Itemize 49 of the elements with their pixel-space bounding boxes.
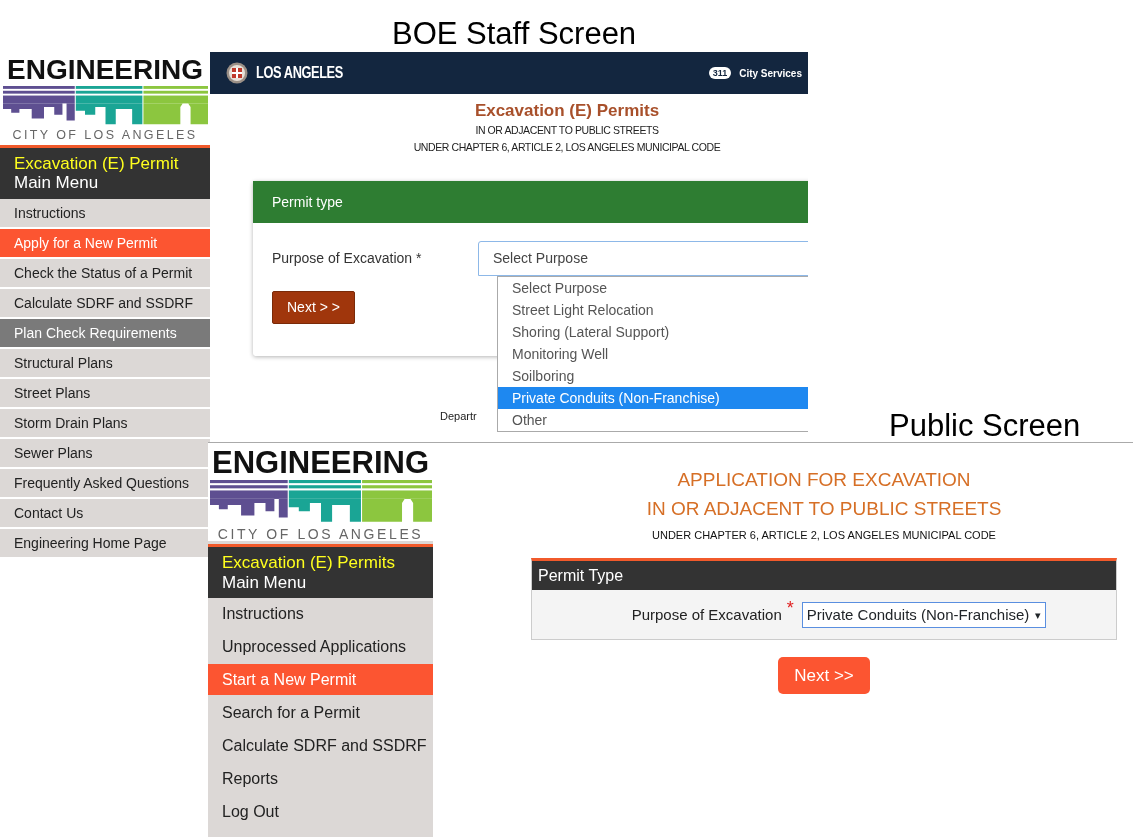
dropdown-option[interactable]: Private Conduits (Non-Franchise): [498, 387, 808, 409]
page-subtitle: UNDER CHAPTER 6, ARTICLE 2, LOS ANGELES MUNICIPAL CODE: [412, 140, 722, 155]
screen-caption: Public Screen: [889, 410, 1081, 441]
city-services-link[interactable]: City Services: [739, 65, 802, 81]
page-title: Excavation (E) Permits: [473, 100, 661, 122]
logo-wordmark: ENGINEERING: [211, 447, 430, 478]
panel-header: Permit Type: [532, 560, 1116, 590]
footer-text: Departr: [440, 409, 477, 424]
menu-heading: Excavation (E) Permits: [222, 553, 396, 573]
menu-item[interactable]: Calculate SDRF and SSDRF: [0, 288, 210, 317]
menu-item[interactable]: Structural Plans: [0, 348, 210, 377]
menu-item[interactable]: Check the Status of a Permit: [0, 258, 210, 287]
brand-name: LOS ANGELES: [256, 63, 343, 83]
menu-item[interactable]: Street Plans: [0, 378, 210, 407]
service-number-badge: 311: [708, 67, 732, 79]
menu-subheading: Main Menu: [14, 173, 100, 193]
purpose-select[interactable]: Select Purpose: [478, 241, 808, 276]
logo-city-text: CITY OF LOS ANGELES: [11, 129, 199, 142]
page-title: APPLICATION FOR EXCAVATION: [677, 468, 971, 492]
next-button[interactable]: Next > >: [272, 291, 355, 324]
card-header: Permit type: [253, 181, 808, 223]
page-subtitle: IN OR ADJACENT TO PUBLIC STREETS: [474, 123, 660, 138]
required-mark: *: [786, 596, 794, 620]
dropdown-option[interactable]: Street Light Relocation: [498, 299, 808, 321]
seal-icon: [226, 62, 248, 84]
page-subtitle: UNDER CHAPTER 6, ARTICLE 2, LOS ANGELES MUNICIPAL CODE: [652, 528, 996, 543]
page-title: IN OR ADJACENT TO PUBLIC STREETS: [646, 497, 1002, 521]
dropdown-option[interactable]: Select Purpose: [498, 277, 808, 299]
purpose-select[interactable]: Private Conduits (Non-Franchise) ▾: [801, 601, 1047, 629]
menu-item[interactable]: Engineering Home Page: [0, 528, 210, 557]
dropdown-option[interactable]: Soilboring: [498, 365, 808, 387]
dropdown-option[interactable]: Shoring (Lateral Support): [498, 321, 808, 343]
logo-city-text: CITY OF LOS ANGELES: [216, 527, 425, 541]
menu-section-heading: Plan Check Requirements: [0, 318, 210, 347]
menu-subheading: Main Menu: [222, 572, 308, 593]
menu-heading: Excavation (E) Permit: [14, 153, 180, 174]
field-label: Purpose of Excavation: [631, 604, 782, 625]
menu-item[interactable]: Contact Us: [0, 498, 210, 527]
screen-caption: BOE Staff Screen: [392, 18, 637, 49]
select-value: Private Conduits (Non-Franchise): [806, 604, 1030, 625]
field-label: Purpose of Excavation *: [272, 249, 423, 268]
logo-wordmark: ENGINEERING: [6, 56, 204, 84]
dropdown-option[interactable]: Monitoring Well: [498, 343, 808, 365]
menu-item[interactable]: Sewer Plans: [0, 438, 210, 467]
menu-item[interactable]: Storm Drain Plans: [0, 408, 210, 437]
menu-item[interactable]: Frequently Asked Questions: [0, 468, 210, 497]
caret-icon: ▾: [1035, 606, 1042, 624]
menu-item[interactable]: Instructions: [0, 198, 210, 227]
dropdown-option[interactable]: Other: [498, 409, 808, 431]
